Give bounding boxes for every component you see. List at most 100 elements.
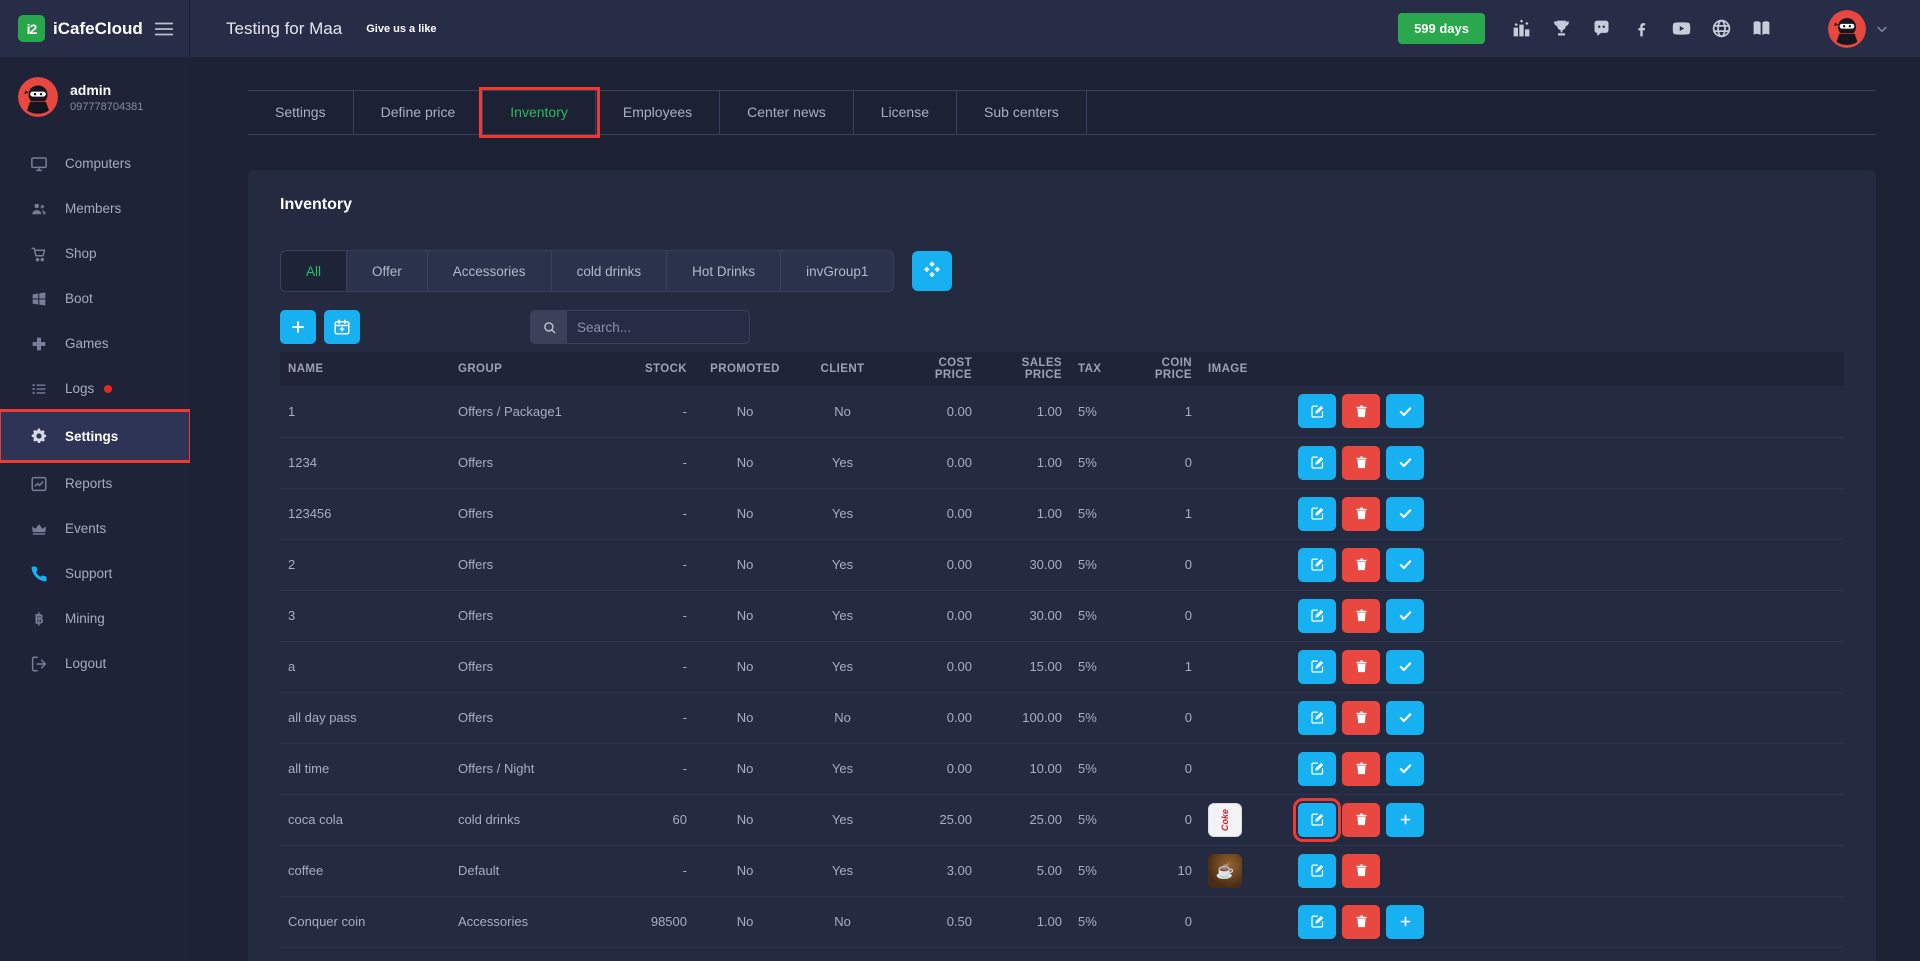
search-input[interactable] bbox=[567, 311, 749, 343]
days-remaining-badge[interactable]: 599 days bbox=[1398, 13, 1485, 44]
tab-inventory[interactable]: Inventory bbox=[483, 91, 596, 134]
delete-button[interactable] bbox=[1342, 701, 1380, 735]
chevron-down-icon[interactable] bbox=[1874, 21, 1890, 37]
plus-button[interactable] bbox=[1386, 803, 1424, 837]
sidebar-item-computers[interactable]: Computers bbox=[0, 141, 190, 186]
add-by-date-button[interactable] bbox=[324, 310, 360, 344]
tab-employees[interactable]: Employees bbox=[596, 91, 720, 134]
hamburger-menu-icon[interactable] bbox=[153, 18, 175, 40]
edit-button[interactable] bbox=[1298, 752, 1336, 786]
sidebar-item-shop[interactable]: Shop bbox=[0, 231, 190, 276]
cell-cost_price: 25.00 bbox=[890, 794, 980, 845]
trophy-icon[interactable] bbox=[1551, 18, 1572, 39]
cell-stock: 98500 bbox=[615, 896, 695, 947]
trash-icon bbox=[1354, 659, 1369, 674]
tab-license[interactable]: License bbox=[854, 91, 957, 134]
edit-button[interactable] bbox=[1298, 854, 1336, 888]
cell-coin_price: 0 bbox=[1130, 743, 1200, 794]
check-button[interactable] bbox=[1386, 548, 1424, 582]
cell-image bbox=[1200, 641, 1290, 692]
cell-group: Offers bbox=[450, 437, 615, 488]
sidebar-item-label: Support bbox=[65, 566, 112, 581]
table-row: 123456Offers-NoYes0.001.005%1 bbox=[280, 488, 1844, 539]
delete-button[interactable] bbox=[1342, 803, 1380, 837]
group-tab-cold-drinks[interactable]: cold drinks bbox=[552, 250, 668, 292]
cell-coin_price: 0 bbox=[1130, 437, 1200, 488]
globe-icon[interactable] bbox=[1711, 18, 1732, 39]
sidebar-item-mining[interactable]: ฿Mining bbox=[0, 596, 190, 641]
gear-icon bbox=[30, 427, 48, 445]
group-tab-hot-drinks[interactable]: Hot Drinks bbox=[667, 250, 781, 292]
check-button[interactable] bbox=[1386, 701, 1424, 735]
sidebar-item-label: Logout bbox=[65, 656, 106, 671]
tab-settings[interactable]: Settings bbox=[248, 91, 354, 134]
delete-button[interactable] bbox=[1342, 905, 1380, 939]
trash-icon bbox=[1354, 506, 1369, 521]
edit-button[interactable] bbox=[1298, 599, 1336, 633]
book-icon[interactable] bbox=[1751, 18, 1772, 39]
delete-button[interactable] bbox=[1342, 599, 1380, 633]
sidebar-item-support[interactable]: Support bbox=[0, 551, 190, 596]
edit-button[interactable] bbox=[1298, 650, 1336, 684]
sidebar-item-logs[interactable]: Logs bbox=[0, 366, 190, 411]
facebook-icon[interactable] bbox=[1631, 18, 1652, 39]
inventory-table: NAMEGROUPSTOCKPROMOTEDCLIENTCOST PRICESA… bbox=[280, 352, 1844, 948]
delete-button[interactable] bbox=[1342, 497, 1380, 531]
discord-icon[interactable] bbox=[1591, 18, 1612, 39]
tab-sub-centers[interactable]: Sub centers bbox=[957, 91, 1087, 134]
edit-button[interactable] bbox=[1298, 446, 1336, 480]
cell-cost_price: 0.00 bbox=[890, 743, 980, 794]
plus-button[interactable] bbox=[1386, 905, 1424, 939]
delete-button[interactable] bbox=[1342, 854, 1380, 888]
add-item-button[interactable] bbox=[280, 310, 316, 344]
tab-center-news[interactable]: Center news bbox=[720, 91, 854, 134]
cell-cost_price: 0.00 bbox=[890, 692, 980, 743]
tab-define-price[interactable]: Define price bbox=[354, 91, 484, 134]
cell-name: 2 bbox=[280, 539, 450, 590]
edit-button[interactable] bbox=[1298, 497, 1336, 531]
edit-button[interactable] bbox=[1298, 548, 1336, 582]
edit-button[interactable] bbox=[1298, 803, 1336, 837]
sidebar-item-settings[interactable]: Settings bbox=[0, 411, 190, 461]
cell-coin_price: 1 bbox=[1130, 488, 1200, 539]
edit-button[interactable] bbox=[1298, 701, 1336, 735]
cell-image bbox=[1200, 743, 1290, 794]
column-header-promoted: PROMOTED bbox=[695, 352, 795, 386]
sidebar-item-label: Mining bbox=[65, 611, 105, 626]
edit-button[interactable] bbox=[1298, 905, 1336, 939]
sidebar-item-games[interactable]: Games bbox=[0, 321, 190, 366]
sidebar-item-reports[interactable]: Reports bbox=[0, 461, 190, 506]
group-tab-accessories[interactable]: Accessories bbox=[428, 250, 552, 292]
delete-button[interactable] bbox=[1342, 548, 1380, 582]
delete-button[interactable] bbox=[1342, 394, 1380, 428]
check-button[interactable] bbox=[1386, 650, 1424, 684]
cell-coin_price: 0 bbox=[1130, 539, 1200, 590]
delete-button[interactable] bbox=[1342, 446, 1380, 480]
check-button[interactable] bbox=[1386, 446, 1424, 480]
sidebar-item-members[interactable]: Members bbox=[0, 186, 190, 231]
cell-name: 1 bbox=[280, 386, 450, 437]
check-button[interactable] bbox=[1386, 394, 1424, 428]
sidebar-item-events[interactable]: Events bbox=[0, 506, 190, 551]
cell-name: 3 bbox=[280, 590, 450, 641]
delete-button[interactable] bbox=[1342, 752, 1380, 786]
leaderboard-icon[interactable] bbox=[1511, 18, 1532, 39]
give-us-a-like-link[interactable]: Give us a like bbox=[366, 23, 436, 35]
cell-tax: 5% bbox=[1070, 896, 1130, 947]
profile-block: admin 097778704381 bbox=[0, 57, 190, 133]
trash-icon bbox=[1354, 914, 1369, 929]
brand[interactable]: i2 iCafeCloud bbox=[0, 0, 190, 57]
user-avatar[interactable] bbox=[1828, 10, 1866, 48]
sidebar-item-boot[interactable]: Boot bbox=[0, 276, 190, 321]
manage-groups-button[interactable] bbox=[912, 251, 952, 291]
check-button[interactable] bbox=[1386, 599, 1424, 633]
edit-button[interactable] bbox=[1298, 394, 1336, 428]
check-button[interactable] bbox=[1386, 497, 1424, 531]
sidebar-item-logout[interactable]: Logout bbox=[0, 641, 190, 686]
group-tab-offer[interactable]: Offer bbox=[347, 250, 428, 292]
delete-button[interactable] bbox=[1342, 650, 1380, 684]
youtube-icon[interactable] bbox=[1671, 18, 1692, 39]
group-tab-all[interactable]: All bbox=[280, 250, 347, 292]
group-tab-invgroup1[interactable]: invGroup1 bbox=[781, 250, 894, 292]
check-button[interactable] bbox=[1386, 752, 1424, 786]
